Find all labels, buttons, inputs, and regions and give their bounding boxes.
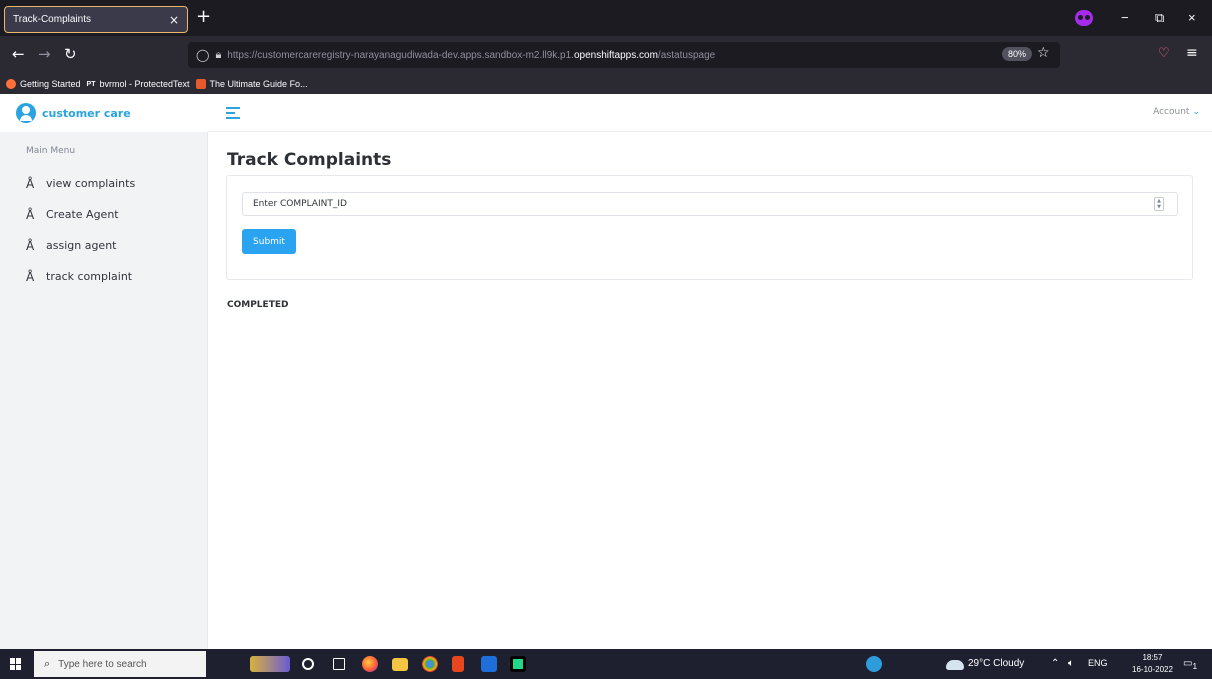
browser-tab[interactable]: Track-Complaints ×	[4, 6, 188, 33]
store-icon[interactable]	[481, 656, 497, 672]
sidebar-item-view-complaints[interactable]: Å view complaints	[26, 168, 135, 199]
protectedtext-icon: PT	[86, 80, 96, 88]
url-host: openshiftapps.com	[573, 49, 658, 61]
address-bar[interactable]: ◯ 🔒︎ https://customercareregistry-naraya…	[188, 42, 1060, 68]
forward-icon[interactable]: →	[38, 45, 51, 63]
lock-icon[interactable]: 🔒︎	[215, 48, 221, 62]
track-form-card: ▲▼ Submit	[226, 175, 1193, 280]
office-icon[interactable]	[452, 656, 464, 672]
browser-tabbar: Track-Complaints × + − ⧉ ×	[0, 0, 1212, 36]
notification-count: 1	[1192, 661, 1198, 671]
bookmarks-bar: Getting Started PT bvrmol - ProtectedTex…	[0, 74, 1212, 94]
url-text[interactable]: https://customercareregistry-narayanagud…	[227, 50, 715, 61]
search-icon: ⌕	[44, 657, 51, 670]
notification-icon[interactable]: ▭1	[1183, 658, 1197, 671]
complaint-status: COMPLETED	[227, 300, 289, 310]
tab-close-icon[interactable]: ×	[169, 13, 179, 27]
clock[interactable]: 18:57 16-10-2022	[1132, 652, 1173, 676]
pocket-icon[interactable]: ♡	[1158, 46, 1170, 61]
restore-icon[interactable]: ⧉	[1155, 10, 1164, 26]
bookmark-label: Getting Started	[20, 79, 81, 89]
file-explorer-icon[interactable]	[392, 658, 408, 671]
user-icon: Å	[26, 269, 35, 284]
sidebar-item-label: track complaint	[46, 270, 133, 283]
app-topbar: Account ⌄	[208, 94, 1212, 132]
menu-heading: Main Menu	[26, 146, 76, 156]
new-tab-icon[interactable]: +	[196, 8, 211, 26]
reload-icon[interactable]: ↻	[64, 45, 77, 63]
guide-icon	[195, 79, 206, 89]
window-close-icon[interactable]: ×	[1188, 10, 1196, 25]
search-placeholder: Type here to search	[58, 658, 147, 670]
weather-text[interactable]: 29°C Cloudy	[968, 658, 1024, 669]
sidebar-item-label: assign agent	[46, 239, 117, 252]
main-menu: Å view complaints Å Create Agent Å assig…	[26, 168, 135, 292]
cloud-weather-icon	[946, 660, 964, 670]
clock-time: 18:57	[1142, 653, 1163, 662]
complaint-id-input[interactable]	[242, 192, 1178, 216]
firefox-icon[interactable]	[362, 656, 378, 672]
user-icon: Å	[26, 238, 35, 253]
number-spinner-icon[interactable]: ▲ ▼	[1154, 197, 1164, 211]
bookmark-item[interactable]: The Ultimate Guide Fo...	[195, 79, 308, 89]
sidebar-item-track-complaint[interactable]: Å track complaint	[26, 261, 135, 292]
private-browsing-icon	[1075, 10, 1093, 26]
windows-start-icon[interactable]	[10, 658, 22, 670]
zoom-level-badge[interactable]: 80%	[1002, 47, 1033, 61]
sidebar: customer care Main Menu Å view complaint…	[0, 94, 208, 649]
url-path: /astatuspage	[657, 49, 716, 61]
windows-taskbar: ⌕ Type here to search 29°C Cloudy ⌃ 🔈︎ E…	[0, 649, 1212, 679]
taskbar-search[interactable]: ⌕ Type here to search	[34, 651, 206, 677]
bookmark-item[interactable]: Getting Started	[6, 79, 81, 89]
task-view-icon[interactable]	[333, 658, 345, 670]
chevron-down-icon: ⌄	[1192, 107, 1200, 117]
sidebar-item-label: Create Agent	[46, 208, 119, 221]
user-icon: Å	[26, 176, 35, 191]
sidebar-item-label: view complaints	[46, 177, 136, 190]
help-icon[interactable]	[866, 656, 882, 672]
customer-care-logo-icon	[16, 103, 36, 123]
brand-box: customer care	[12, 103, 135, 123]
bookmark-star-icon[interactable]: ☆	[1037, 45, 1050, 61]
pycharm-icon[interactable]	[510, 656, 526, 672]
tab-title: Track-Complaints	[13, 14, 91, 25]
browser-menu-icon[interactable]: ≡	[1186, 45, 1198, 61]
user-icon: Å	[26, 207, 35, 222]
brand-name: customer care	[42, 106, 131, 120]
submit-button[interactable]: Submit	[242, 229, 296, 254]
menu-toggle-icon[interactable]	[226, 107, 240, 119]
tracking-shield-icon[interactable]: ◯	[196, 48, 209, 62]
sidebar-item-create-agent[interactable]: Å Create Agent	[26, 199, 135, 230]
sidebar-item-assign-agent[interactable]: Å assign agent	[26, 230, 135, 261]
bookmark-item[interactable]: PT bvrmol - ProtectedText	[87, 79, 190, 89]
account-label: Account	[1153, 107, 1190, 117]
cortana-icon[interactable]	[302, 658, 314, 670]
bookmark-label: bvrmol - ProtectedText	[99, 79, 190, 89]
firefox-icon	[6, 79, 16, 89]
clock-date: 16-10-2022	[1132, 665, 1173, 674]
browser-navbar: ← → ↻ ◯ 🔒︎ https://customercareregistry-…	[0, 36, 1212, 74]
minimize-icon[interactable]: −	[1121, 10, 1129, 25]
brand[interactable]: customer care	[0, 94, 208, 132]
bookmark-label: The Ultimate Guide Fo...	[209, 79, 308, 89]
back-icon[interactable]: ←	[12, 45, 25, 63]
news-widget-icon[interactable]	[250, 656, 290, 672]
language-indicator[interactable]: ENG	[1088, 658, 1108, 668]
page-title: Track Complaints	[227, 150, 392, 170]
account-dropdown[interactable]: Account ⌄	[1153, 107, 1200, 117]
volume-icon[interactable]: 🔈︎	[1068, 658, 1074, 669]
url-prefix: https://customercareregistry-narayanagud…	[227, 49, 574, 61]
chevron-up-icon[interactable]: ⌃	[1051, 658, 1059, 669]
chrome-icon[interactable]	[422, 656, 438, 672]
